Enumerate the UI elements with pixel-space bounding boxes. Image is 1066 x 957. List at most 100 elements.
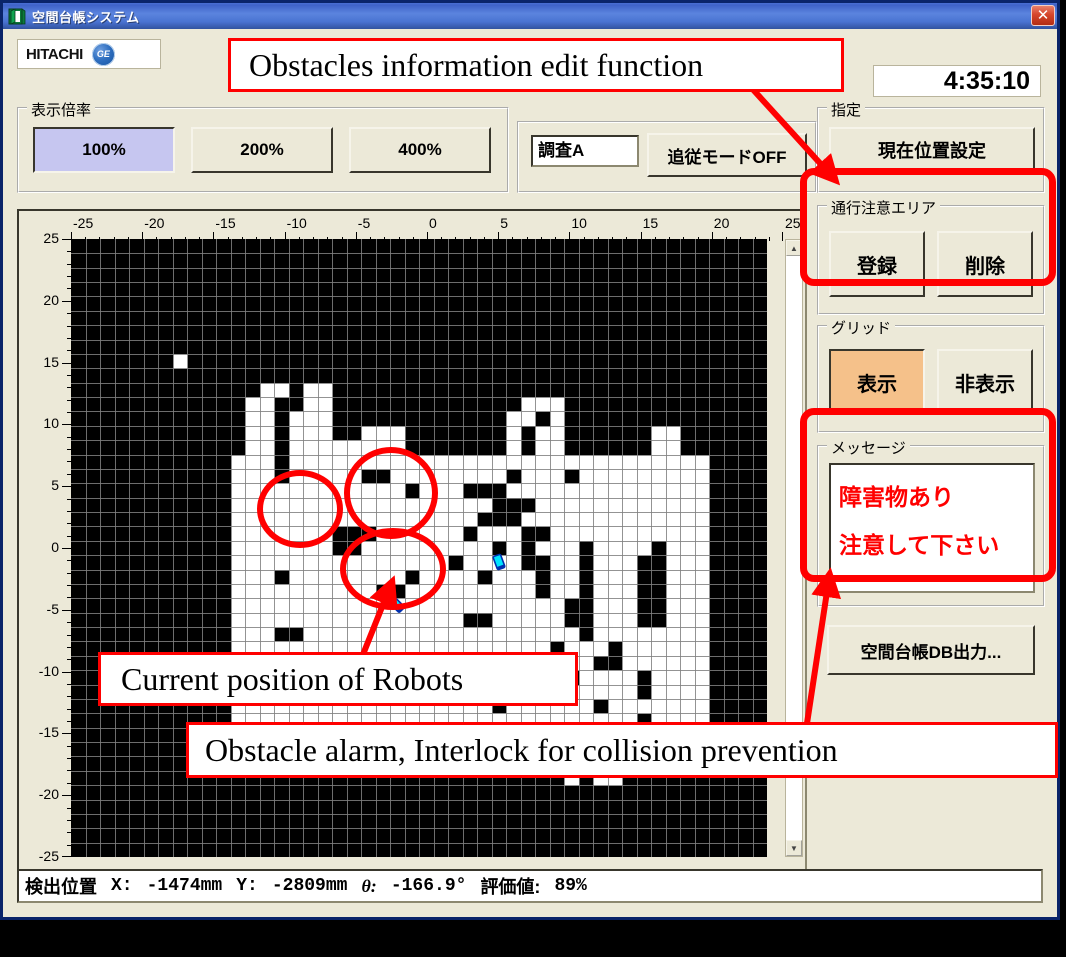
grid-cell-free	[651, 468, 666, 484]
grid-cell-free	[404, 583, 420, 599]
grid-cell-free	[288, 540, 304, 556]
grid-cell-free	[491, 627, 507, 643]
grid-cell-free	[245, 440, 260, 456]
grid-cell-free	[346, 468, 362, 484]
position-designation-legend: 指定	[827, 99, 866, 120]
grid-cell-free	[448, 583, 463, 599]
y-axis-tick-label: -15	[38, 724, 59, 741]
grid-cell-free	[448, 526, 463, 542]
grid-cell-free	[622, 684, 637, 700]
grid-cell-free	[636, 641, 652, 657]
grid-cell-free	[506, 627, 521, 643]
grid-cell-free	[274, 526, 289, 542]
delete-area-button[interactable]: 削除	[937, 231, 1033, 297]
x-axis-tick-label: -10	[286, 215, 307, 231]
y-axis-tick	[62, 671, 71, 673]
close-icon[interactable]: ✕	[1031, 5, 1055, 26]
grid-cell-free	[694, 598, 710, 614]
grid-cell-free	[303, 512, 318, 528]
grid-cell-free	[578, 468, 594, 484]
grid-cell-free	[332, 569, 347, 585]
grid-cell-free	[622, 468, 637, 484]
grid-cell-free	[346, 483, 362, 499]
grid-cell-free	[245, 555, 260, 571]
grid-cell-free	[288, 497, 304, 513]
gridline-horizontal	[71, 526, 767, 527]
grid-cell-free	[520, 483, 536, 499]
grid-cell-free	[419, 583, 434, 599]
grid-cell-free	[622, 670, 637, 686]
grid-cell-free	[317, 555, 333, 571]
zoom-100-button[interactable]: 100%	[33, 127, 175, 173]
grid-cell-free	[549, 483, 565, 499]
grid-cell-free	[462, 497, 478, 513]
grid-cell-free	[448, 569, 463, 585]
gridline-horizontal	[71, 713, 767, 714]
grid-cell-free	[520, 397, 536, 413]
grid-cell-free	[622, 454, 637, 470]
gridline-vertical	[144, 239, 145, 857]
zoom-200-button[interactable]: 200%	[191, 127, 333, 173]
grid-cell-free	[317, 583, 333, 599]
grid-cell-free	[303, 483, 318, 499]
grid-cell-free	[303, 555, 318, 571]
grid-cell-free	[520, 612, 536, 628]
db-export-button[interactable]: 空間台帳DB出力...	[827, 625, 1035, 675]
register-area-button[interactable]: 登録	[829, 231, 925, 297]
grid-show-button[interactable]: 表示	[829, 349, 925, 415]
grid-cell-free	[448, 468, 463, 484]
scroll-up-icon[interactable]: ▲	[786, 240, 802, 256]
grid-cell-free	[433, 468, 449, 484]
zoom-level-group: 表示倍率 100% 200% 400%	[17, 99, 509, 193]
set-current-position-button[interactable]: 現在位置設定	[829, 127, 1035, 173]
grid-cell-free	[317, 411, 333, 427]
grid-cell-free	[665, 440, 681, 456]
grid-cell-free	[303, 612, 318, 628]
gridline-vertical	[158, 239, 159, 857]
grid-cell-free	[665, 425, 681, 441]
grid-cell-free	[680, 684, 695, 700]
annotation-obstacles-edit-text: Obstacles information edit function	[249, 46, 704, 83]
grid-cell-free	[317, 526, 333, 542]
grid-cell-free	[651, 440, 666, 456]
grid-cell-free	[607, 540, 623, 556]
y-axis-tick-label: -10	[38, 662, 59, 679]
grid-cell-free	[245, 411, 260, 427]
zoom-400-button[interactable]: 400%	[349, 127, 491, 173]
grid-cell-free	[419, 497, 434, 513]
gridline-horizontal	[71, 325, 767, 326]
x-axis-tick-label: -20	[144, 215, 165, 231]
grid-cell-free	[535, 540, 550, 556]
grid-cell-free	[404, 468, 420, 484]
grid-cell-free	[274, 555, 289, 571]
grid-cell-free	[564, 526, 579, 542]
gridline-horizontal	[71, 555, 767, 556]
grid-hide-button[interactable]: 非表示	[937, 349, 1033, 415]
grid-cell-free	[651, 670, 666, 686]
grid-cell-free	[506, 440, 521, 456]
status-x-label: X:	[111, 876, 133, 896]
grid-cell-free	[651, 627, 666, 643]
grid-cell-free	[564, 454, 579, 470]
grid-cell-free	[274, 497, 289, 513]
grid-cell-free	[259, 612, 275, 628]
follow-mode-button[interactable]: 追従モードOFF	[647, 133, 807, 177]
grid-cell-free	[288, 468, 304, 484]
grid-cell-free	[419, 612, 434, 628]
gridline-horizontal	[71, 814, 767, 815]
grid-cell-free	[245, 583, 260, 599]
grid-cell-free	[245, 425, 260, 441]
grid-cell-free	[578, 655, 594, 671]
grid-cell-free	[375, 569, 391, 585]
scroll-down-icon[interactable]: ▼	[786, 840, 802, 856]
grid-cell-free	[593, 598, 608, 614]
survey-name-field[interactable]: 調査A	[531, 135, 639, 167]
gridline-horizontal	[71, 268, 767, 269]
map-panel: -25 -20 -15 -10 -5 0 5 10 15 20 25 25 20 15 10 5 0 -5 -10…	[17, 209, 807, 897]
gridline-horizontal	[71, 570, 767, 571]
grid-cell-free	[535, 468, 550, 484]
client-area: HITACHI 4:35:10 表示倍率 100% 200% 400% 調査A …	[3, 29, 1057, 917]
grid-cell-free	[390, 526, 405, 542]
grid-cell-free	[433, 598, 449, 614]
grid-cell-free	[622, 627, 637, 643]
